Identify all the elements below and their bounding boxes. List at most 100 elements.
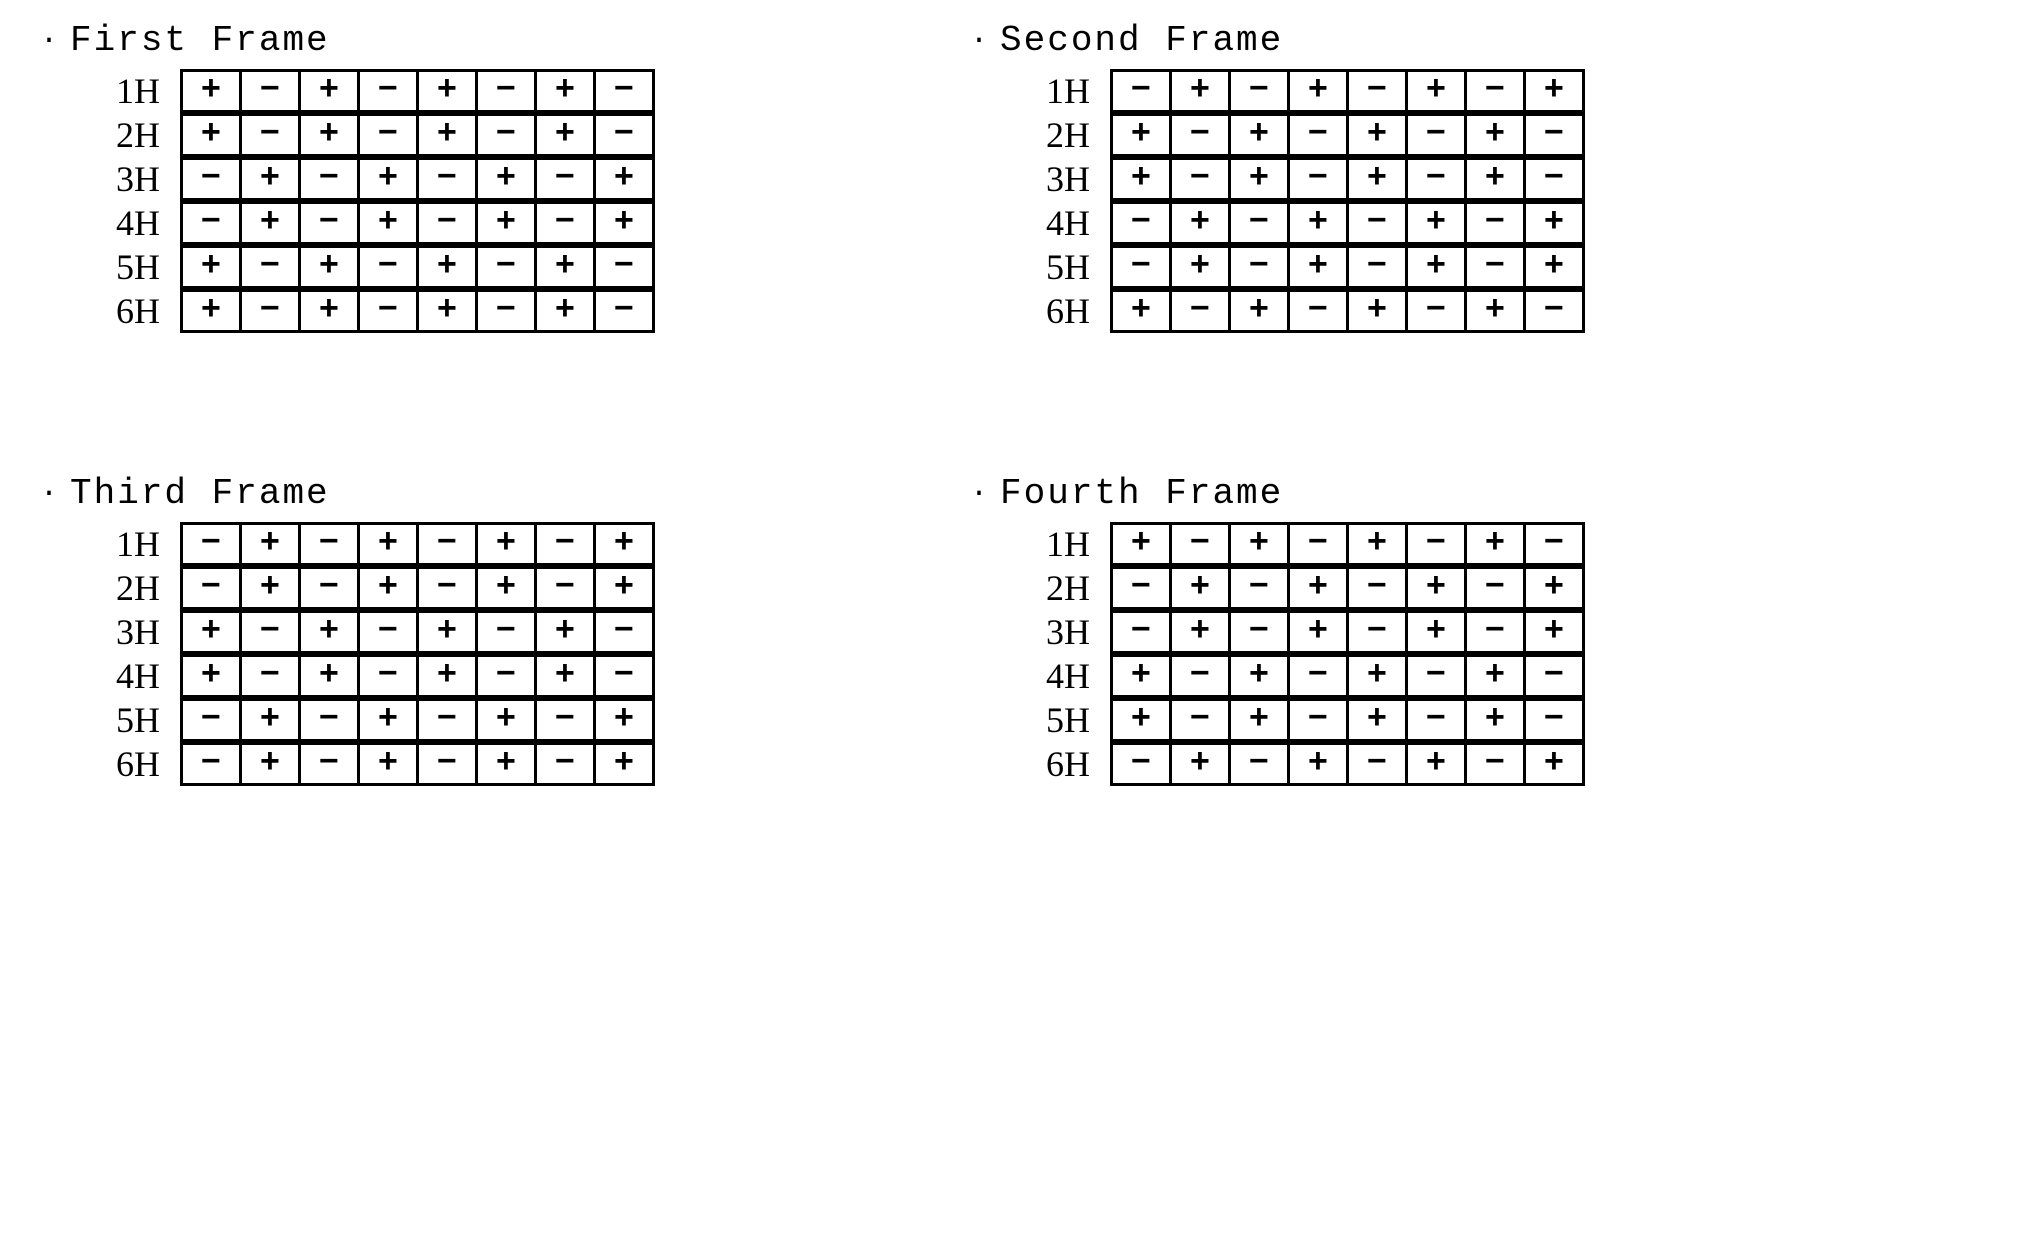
polarity-cell: − [536,203,595,244]
polarity-cell: − [1407,656,1466,697]
polarity-row-table: +−+−+−+− [1110,522,1585,566]
polarity-cell: − [536,159,595,200]
frame-2: ·Second Frame1H−+−+−+−+2H+−+−+−+−3H+−+−+… [970,20,1840,333]
polarity-cell: − [359,291,418,332]
polarity-cell: + [595,700,654,741]
polarity-cell: − [418,744,477,785]
row-label: 1H [1010,70,1110,112]
polarity-cell: − [359,247,418,288]
polarity-row-table: +−+−+−+− [180,289,655,333]
row-label: 2H [80,567,180,609]
polarity-cell: − [300,744,359,785]
polarity-cell: − [359,612,418,653]
frame-title: ·Second Frame [970,20,1840,61]
row-label: 1H [1010,523,1110,565]
polarity-cell: + [1348,115,1407,156]
polarity-cell: + [1348,159,1407,200]
polarity-cell: − [300,524,359,565]
polarity-cell: − [1466,744,1525,785]
polarity-cell: + [1230,524,1289,565]
polarity-cell: + [1466,700,1525,741]
grid-row: 5H+−+−+−+− [1010,698,1840,742]
polarity-cell: + [536,291,595,332]
polarity-cell: − [595,612,654,653]
polarity-cell: + [359,700,418,741]
polarity-cell: + [241,744,300,785]
polarity-cell: + [1525,568,1584,609]
polarity-cell: − [595,656,654,697]
polarity-cell: + [1289,203,1348,244]
row-label: 4H [1010,655,1110,697]
polarity-cell: − [1112,568,1171,609]
polarity-cell: − [1348,612,1407,653]
polarity-cell: + [1289,612,1348,653]
polarity-cell: + [418,612,477,653]
polarity-cell: + [182,612,241,653]
polarity-cell: + [1112,159,1171,200]
polarity-cell: + [359,203,418,244]
polarity-cell: + [1407,71,1466,112]
polarity-cell: − [536,700,595,741]
polarity-cell: + [1525,612,1584,653]
polarity-cell: − [1466,71,1525,112]
polarity-cell: − [1112,71,1171,112]
polarity-cell: + [1407,203,1466,244]
grid-row: 3H+−+−+−+− [80,610,910,654]
polarity-cell: + [1525,71,1584,112]
polarity-cell: − [1407,159,1466,200]
polarity-cell: + [418,291,477,332]
polarity-cell: − [1289,159,1348,200]
polarity-cell: + [536,71,595,112]
frame-title: ·Fourth Frame [970,473,1840,514]
polarity-cell: − [477,656,536,697]
polarity-cell: − [1466,203,1525,244]
polarity-cell: + [477,203,536,244]
polarity-row-table: +−+−+−+− [180,610,655,654]
polarity-cell: + [595,744,654,785]
polarity-row-table: −+−+−+−+ [180,157,655,201]
polarity-cell: − [182,159,241,200]
polarity-cell: − [1171,291,1230,332]
polarity-cell: + [300,115,359,156]
polarity-cell: + [1466,656,1525,697]
polarity-cell: − [1525,159,1584,200]
polarity-cell: + [536,612,595,653]
polarity-cell: + [1171,568,1230,609]
frame-title: ·Third Frame [40,473,910,514]
frame-grid: 1H+−+−+−+−2H−+−+−+−+3H−+−+−+−+4H+−+−+−+−… [1010,522,1840,786]
polarity-cell: − [1348,203,1407,244]
frame-title-text: Third Frame [70,473,330,514]
polarity-cell: + [241,159,300,200]
polarity-row-table: −+−+−+−+ [1110,201,1585,245]
frame-grid: 1H−+−+−+−+2H+−+−+−+−3H+−+−+−+−4H−+−+−+−+… [1010,69,1840,333]
row-label: 1H [80,523,180,565]
frame-3: ·Third Frame1H−+−+−+−+2H−+−+−+−+3H+−+−+−… [40,473,910,786]
polarity-cell: + [1171,203,1230,244]
polarity-cell: + [1466,115,1525,156]
polarity-cell: − [241,71,300,112]
polarity-cell: − [1289,524,1348,565]
polarity-cell: + [359,568,418,609]
grid-row: 2H+−+−+−+− [80,113,910,157]
polarity-cell: + [1525,744,1584,785]
polarity-cell: − [477,612,536,653]
polarity-cell: − [182,568,241,609]
polarity-cell: − [182,700,241,741]
polarity-row-table: −+−+−+−+ [180,201,655,245]
polarity-cell: − [1289,115,1348,156]
frame-grid: 1H+−+−+−+−2H+−+−+−+−3H−+−+−+−+4H−+−+−+−+… [80,69,910,333]
polarity-cell: + [1525,203,1584,244]
polarity-cell: + [418,71,477,112]
grid-row: 4H−+−+−+−+ [80,201,910,245]
polarity-cell: + [477,159,536,200]
polarity-cell: + [1171,744,1230,785]
polarity-cell: + [418,115,477,156]
row-label: 2H [80,114,180,156]
grid-row: 5H+−+−+−+− [80,245,910,289]
grid-row: 6H−+−+−+−+ [1010,742,1840,786]
polarity-row-table: −+−+−+−+ [180,566,655,610]
polarity-cell: − [418,159,477,200]
polarity-cell: + [1171,612,1230,653]
frame-title: ·First Frame [40,20,910,61]
grid-row: 1H+−+−+−+− [80,69,910,113]
